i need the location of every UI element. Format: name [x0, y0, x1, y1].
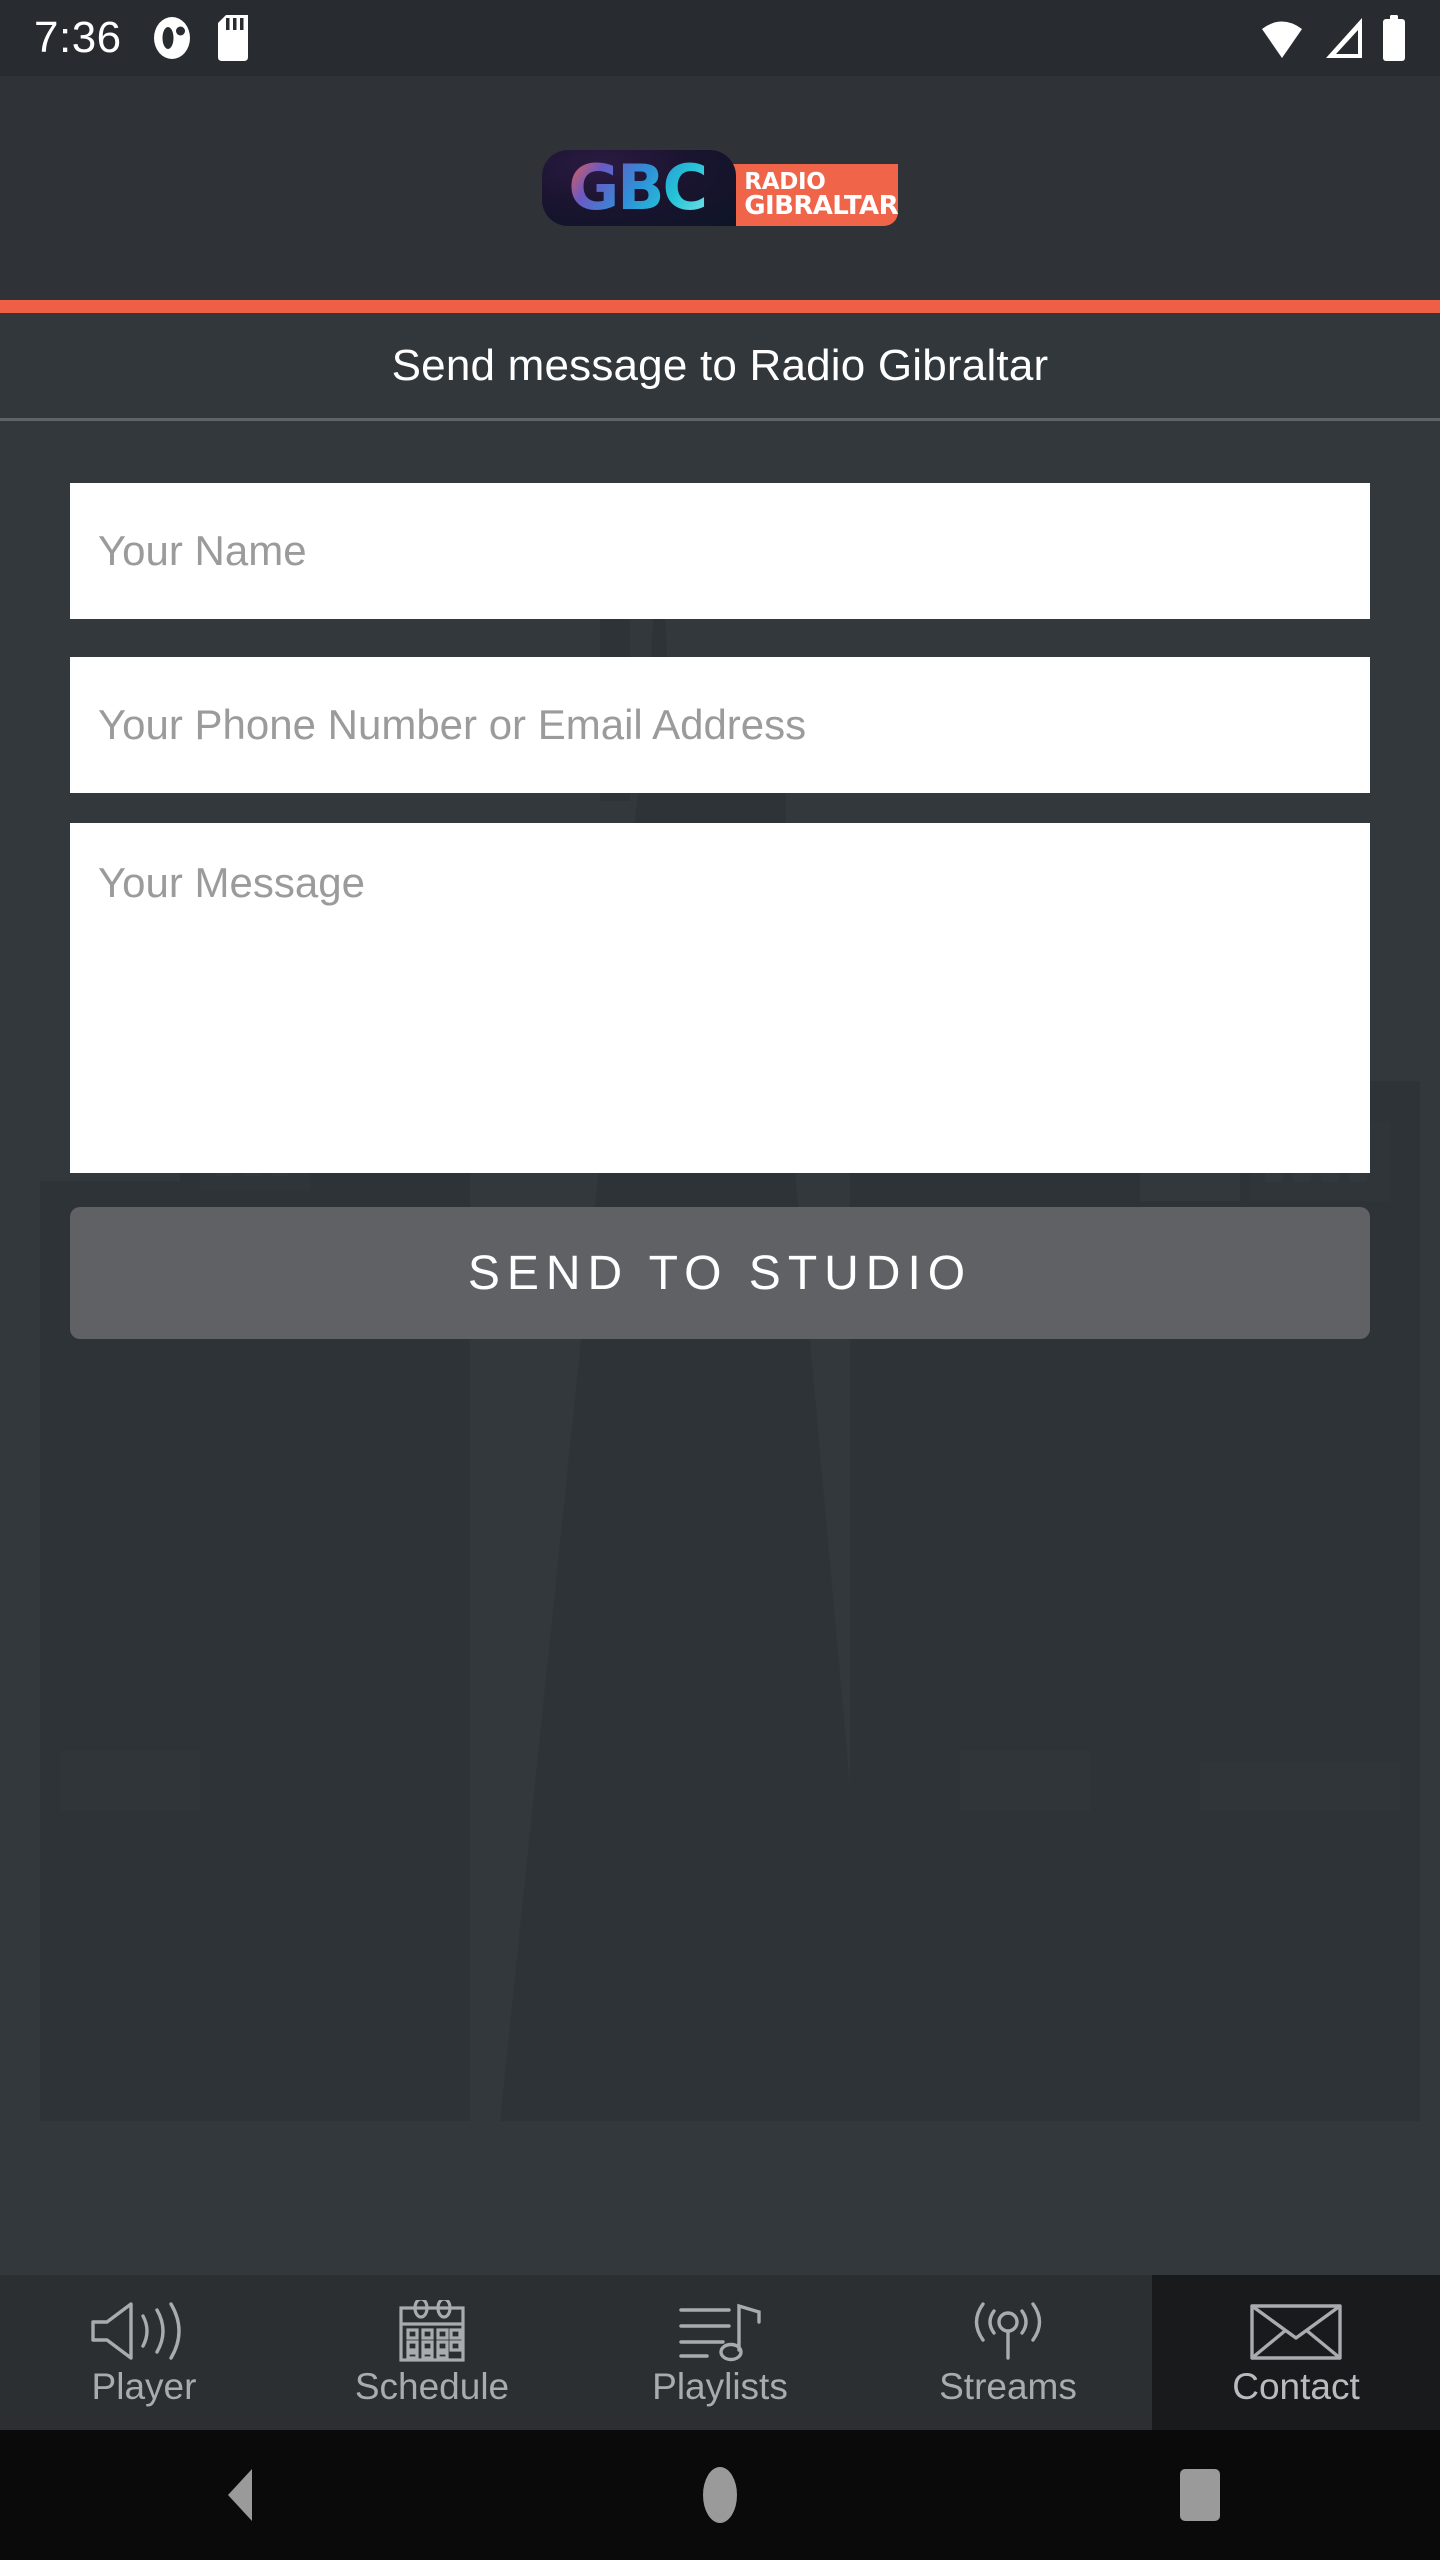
tab-player[interactable]: Player [0, 2275, 288, 2430]
logo-gbc-panel: GBC [542, 150, 737, 226]
envelope-icon [1250, 2300, 1342, 2362]
bottom-tab-bar: Player Schedule Playlists Streams Contac… [0, 2275, 1440, 2430]
app-notification-icon [152, 16, 192, 60]
recents-square-icon[interactable] [1100, 2430, 1300, 2560]
accent-divider-bar [0, 300, 1440, 313]
logo-radio-gibraltar-panel: RADIO GIBRALTAR [730, 164, 899, 226]
page-title: Send message to Radio Gibraltar [391, 340, 1049, 390]
status-bar: 7:36 [0, 0, 1440, 76]
logo-gibraltar-text: GIBRALTAR [744, 190, 898, 221]
battery-icon [1382, 15, 1406, 61]
phone-or-email-input[interactable] [70, 657, 1370, 793]
tab-label-schedule: Schedule [354, 2366, 510, 2407]
tab-label-player: Player [91, 2366, 197, 2407]
back-triangle-icon[interactable] [140, 2430, 340, 2560]
status-bar-notification-icons [152, 15, 248, 61]
send-to-studio-button[interactable]: SEND TO STUDIO [70, 1207, 1370, 1339]
calendar-icon [399, 2300, 465, 2362]
tab-streams[interactable]: Streams [864, 2275, 1152, 2430]
tab-playlists[interactable]: Playlists [576, 2275, 864, 2430]
message-textarea[interactable] [70, 823, 1370, 1173]
name-input[interactable] [70, 483, 1370, 619]
cellular-signal-icon [1322, 16, 1364, 60]
logo-brand-text: GBC [568, 157, 710, 219]
sd-card-icon [217, 15, 248, 61]
wifi-icon [1260, 16, 1304, 60]
main-content: SEND TO STUDIO [0, 421, 1440, 2275]
speaker-volume-icon [89, 2300, 199, 2362]
app-screen: 7:36 GBC RADIO GIBRALTAR Send message to… [0, 0, 1440, 2560]
playlist-music-icon [677, 2300, 763, 2362]
android-navigation-bar [0, 2430, 1440, 2560]
tab-contact[interactable]: Contact [1152, 2275, 1440, 2430]
tab-label-streams: Streams [939, 2366, 1077, 2407]
tab-label-playlists: Playlists [652, 2366, 788, 2407]
status-bar-clock: 7:36 [34, 13, 122, 62]
gbc-radio-gibraltar-logo: GBC RADIO GIBRALTAR [542, 150, 899, 226]
tab-schedule[interactable]: Schedule [288, 2275, 576, 2430]
tab-label-contact: Contact [1232, 2366, 1360, 2407]
status-bar-system-icons [1260, 15, 1406, 61]
app-header: GBC RADIO GIBRALTAR [0, 76, 1440, 300]
broadcast-signal-icon [960, 2300, 1056, 2362]
page-title-bar: Send message to Radio Gibraltar [0, 313, 1440, 421]
contact-form: SEND TO STUDIO [0, 421, 1440, 1339]
home-circle-icon[interactable] [620, 2430, 820, 2560]
